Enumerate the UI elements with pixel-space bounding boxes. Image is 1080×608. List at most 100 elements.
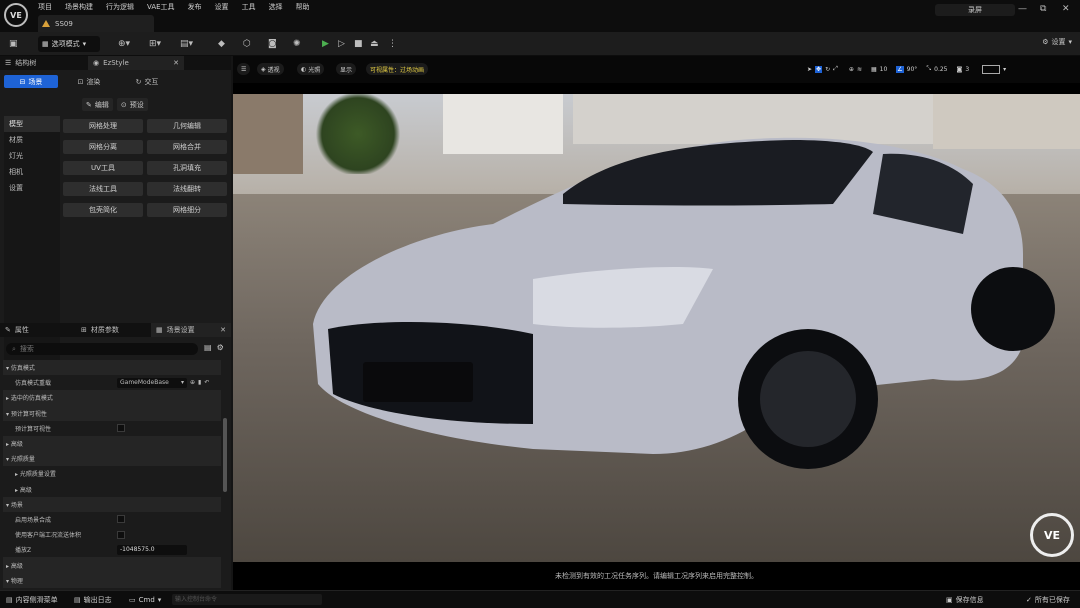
- camera-icon[interactable]: ◙: [268, 37, 277, 51]
- scale-value[interactable]: 0.25: [934, 66, 947, 73]
- viewport[interactable]: ☰ ◈ 透视 ◐ 光照 显示 可视属性：过场动画 ➤ ✥ ↻ ⤢ ⊕ ≋ ▦ 10 …: [233, 56, 1080, 590]
- scrollbar[interactable]: [223, 418, 227, 492]
- record-button[interactable]: 录屏: [935, 4, 1015, 16]
- menu-settings[interactable]: 设置: [215, 2, 229, 12]
- grid-snap-icon[interactable]: ▦: [871, 66, 877, 73]
- gamemode-dropdown[interactable]: GameModeBase ▾: [117, 377, 187, 388]
- angle-value[interactable]: 90°: [907, 66, 918, 73]
- angle-snap-icon[interactable]: ∠: [896, 65, 904, 73]
- menu-scene[interactable]: 场景构建: [65, 2, 93, 12]
- add-actor-icon[interactable]: ⊕▾: [118, 37, 130, 51]
- tool-shell-simplify[interactable]: 包壳简化: [63, 203, 143, 217]
- eject-icon[interactable]: ⏏: [370, 37, 379, 51]
- visibility-mode-badge[interactable]: 可视属性：过场动画: [366, 63, 429, 75]
- composition-checkbox[interactable]: [117, 515, 125, 524]
- scale-snap-icon[interactable]: ⤡: [926, 65, 931, 73]
- mesh-icon[interactable]: ⬡: [243, 37, 251, 51]
- tab-outliner[interactable]: ☰ 结构树: [0, 56, 88, 70]
- menu-project[interactable]: 项目: [38, 2, 52, 12]
- camera-speed-value[interactable]: 3: [965, 66, 969, 73]
- paint-icon[interactable]: ◆: [218, 37, 225, 51]
- browse-icon[interactable]: ▮: [198, 379, 201, 386]
- close-icon[interactable]: ✕: [220, 326, 226, 334]
- tab-material-params[interactable]: ⊞ 材质参数: [76, 323, 151, 337]
- stop-icon[interactable]: ■: [354, 37, 363, 51]
- maximize-viewport-icon[interactable]: [982, 64, 1001, 74]
- subtab-interact[interactable]: ↻ 交互: [120, 75, 174, 88]
- preset-button[interactable]: ⊙ 预设: [116, 98, 148, 111]
- mode-select[interactable]: ▦ 选项模式 ▾: [38, 36, 100, 52]
- cmd-button[interactable]: ▭ Cmd ▾: [129, 594, 161, 606]
- chevron-down-icon[interactable]: ▾: [1003, 66, 1006, 73]
- grid-value[interactable]: 10: [880, 66, 888, 73]
- section-sim-mode[interactable]: ▾ 仿真模式: [3, 360, 221, 376]
- document-tab[interactable]: SS09: [38, 15, 154, 32]
- scale-icon[interactable]: ⤢: [833, 65, 838, 73]
- blueprint-icon[interactable]: ⊞▾: [149, 37, 161, 51]
- close-button[interactable]: ✕: [1062, 3, 1070, 15]
- tab-scene-settings[interactable]: ▦ 场景设置 ✕: [151, 323, 231, 337]
- content-drawer-button[interactable]: ▤ 内容侧滑菜单: [6, 594, 58, 606]
- category-light[interactable]: 灯光: [4, 148, 60, 164]
- tool-normal[interactable]: 法线工具: [63, 182, 143, 196]
- menu-logic[interactable]: 行为逻辑: [106, 2, 134, 12]
- settings-button[interactable]: ⚙ 设置 ▾: [1042, 37, 1072, 47]
- section-physics[interactable]: ▾ 物理: [3, 572, 221, 588]
- tool-normal-flip[interactable]: 法线翻转: [147, 182, 227, 196]
- gear-icon[interactable]: ⚙: [217, 343, 224, 352]
- menu-tools[interactable]: 工具: [242, 2, 256, 12]
- tool-uv[interactable]: UV工具: [63, 161, 143, 175]
- more-icon[interactable]: ⋮: [388, 37, 397, 51]
- menu-help[interactable]: 帮助: [296, 2, 310, 12]
- row-lighting-advanced[interactable]: ▸ 高级: [3, 481, 221, 497]
- save-icon[interactable]: ▣: [9, 37, 18, 51]
- minimize-button[interactable]: —: [1018, 3, 1027, 15]
- details-search[interactable]: ⌕: [6, 343, 198, 355]
- console-command-input[interactable]: 输入控制台命令: [172, 594, 322, 605]
- section-lighting[interactable]: ▾ 光照质量: [3, 451, 221, 467]
- category-camera[interactable]: 相机: [4, 164, 60, 180]
- subtab-scene[interactable]: ⊟ 场景: [4, 75, 58, 88]
- cinematics-icon[interactable]: ▤▾: [180, 37, 193, 51]
- tool-subdivide[interactable]: 网格细分: [147, 203, 227, 217]
- surface-snap-icon[interactable]: ≋: [857, 66, 862, 73]
- camera-speed-icon[interactable]: ◙: [956, 66, 962, 73]
- perspective-button[interactable]: ◈ 透视: [257, 63, 284, 75]
- plus-icon[interactable]: ⊕: [190, 379, 195, 386]
- list-view-icon[interactable]: ▤: [204, 343, 212, 352]
- tab-properties[interactable]: ✎ 属性: [0, 323, 76, 337]
- select-icon[interactable]: ➤: [807, 66, 812, 73]
- section-advanced[interactable]: ▸ 高级: [3, 435, 221, 452]
- category-settings[interactable]: 设置: [4, 180, 60, 196]
- section-selected-mode[interactable]: ▸ 选中的仿真模式: [3, 390, 221, 406]
- menu-select[interactable]: 选择: [269, 2, 283, 12]
- show-button[interactable]: 显示: [336, 63, 357, 75]
- tool-geometry-edit[interactable]: 几何编辑: [147, 119, 227, 133]
- category-material[interactable]: 材质: [4, 132, 60, 148]
- streaming-checkbox[interactable]: [117, 530, 125, 539]
- tool-mesh-process[interactable]: 网格处理: [63, 119, 143, 133]
- subtab-render[interactable]: ⊡ 渲染: [62, 75, 116, 88]
- close-icon[interactable]: ✕: [173, 59, 179, 67]
- tab-ezstyle[interactable]: ◉ EzStyle ✕: [88, 56, 184, 70]
- visibility-checkbox[interactable]: [117, 424, 125, 433]
- section-scene-advanced[interactable]: ▸ 高级: [3, 557, 221, 573]
- output-log-button[interactable]: ▤ 输出日志: [74, 594, 112, 606]
- all-saved-status[interactable]: ✓ 所有已保存: [1026, 594, 1070, 606]
- move-icon[interactable]: ✥: [815, 65, 823, 73]
- edit-button[interactable]: ✎ 编辑: [82, 98, 113, 111]
- step-icon[interactable]: ▷: [338, 37, 345, 51]
- save-info-button[interactable]: ▣ 保存信息: [946, 594, 984, 606]
- tool-mesh-merge[interactable]: 网格合并: [147, 140, 227, 154]
- section-visibility[interactable]: ▾ 预计算可视性: [3, 405, 221, 421]
- row-lighting-settings[interactable]: ▸ 光照质量设置: [3, 466, 221, 482]
- menu-publish[interactable]: 发布: [188, 2, 202, 12]
- menu-vae-tools[interactable]: VAE工具: [147, 2, 175, 12]
- tool-mesh-split[interactable]: 网格分离: [63, 140, 143, 154]
- section-scene[interactable]: ▾ 场景: [3, 496, 221, 512]
- category-model[interactable]: 模型: [4, 116, 60, 132]
- viewport-menu-button[interactable]: ☰: [237, 63, 251, 75]
- light-icon[interactable]: ✺: [293, 37, 301, 51]
- tool-hole-fill[interactable]: 孔洞填充: [147, 161, 227, 175]
- rotate-icon[interactable]: ↻: [825, 66, 830, 73]
